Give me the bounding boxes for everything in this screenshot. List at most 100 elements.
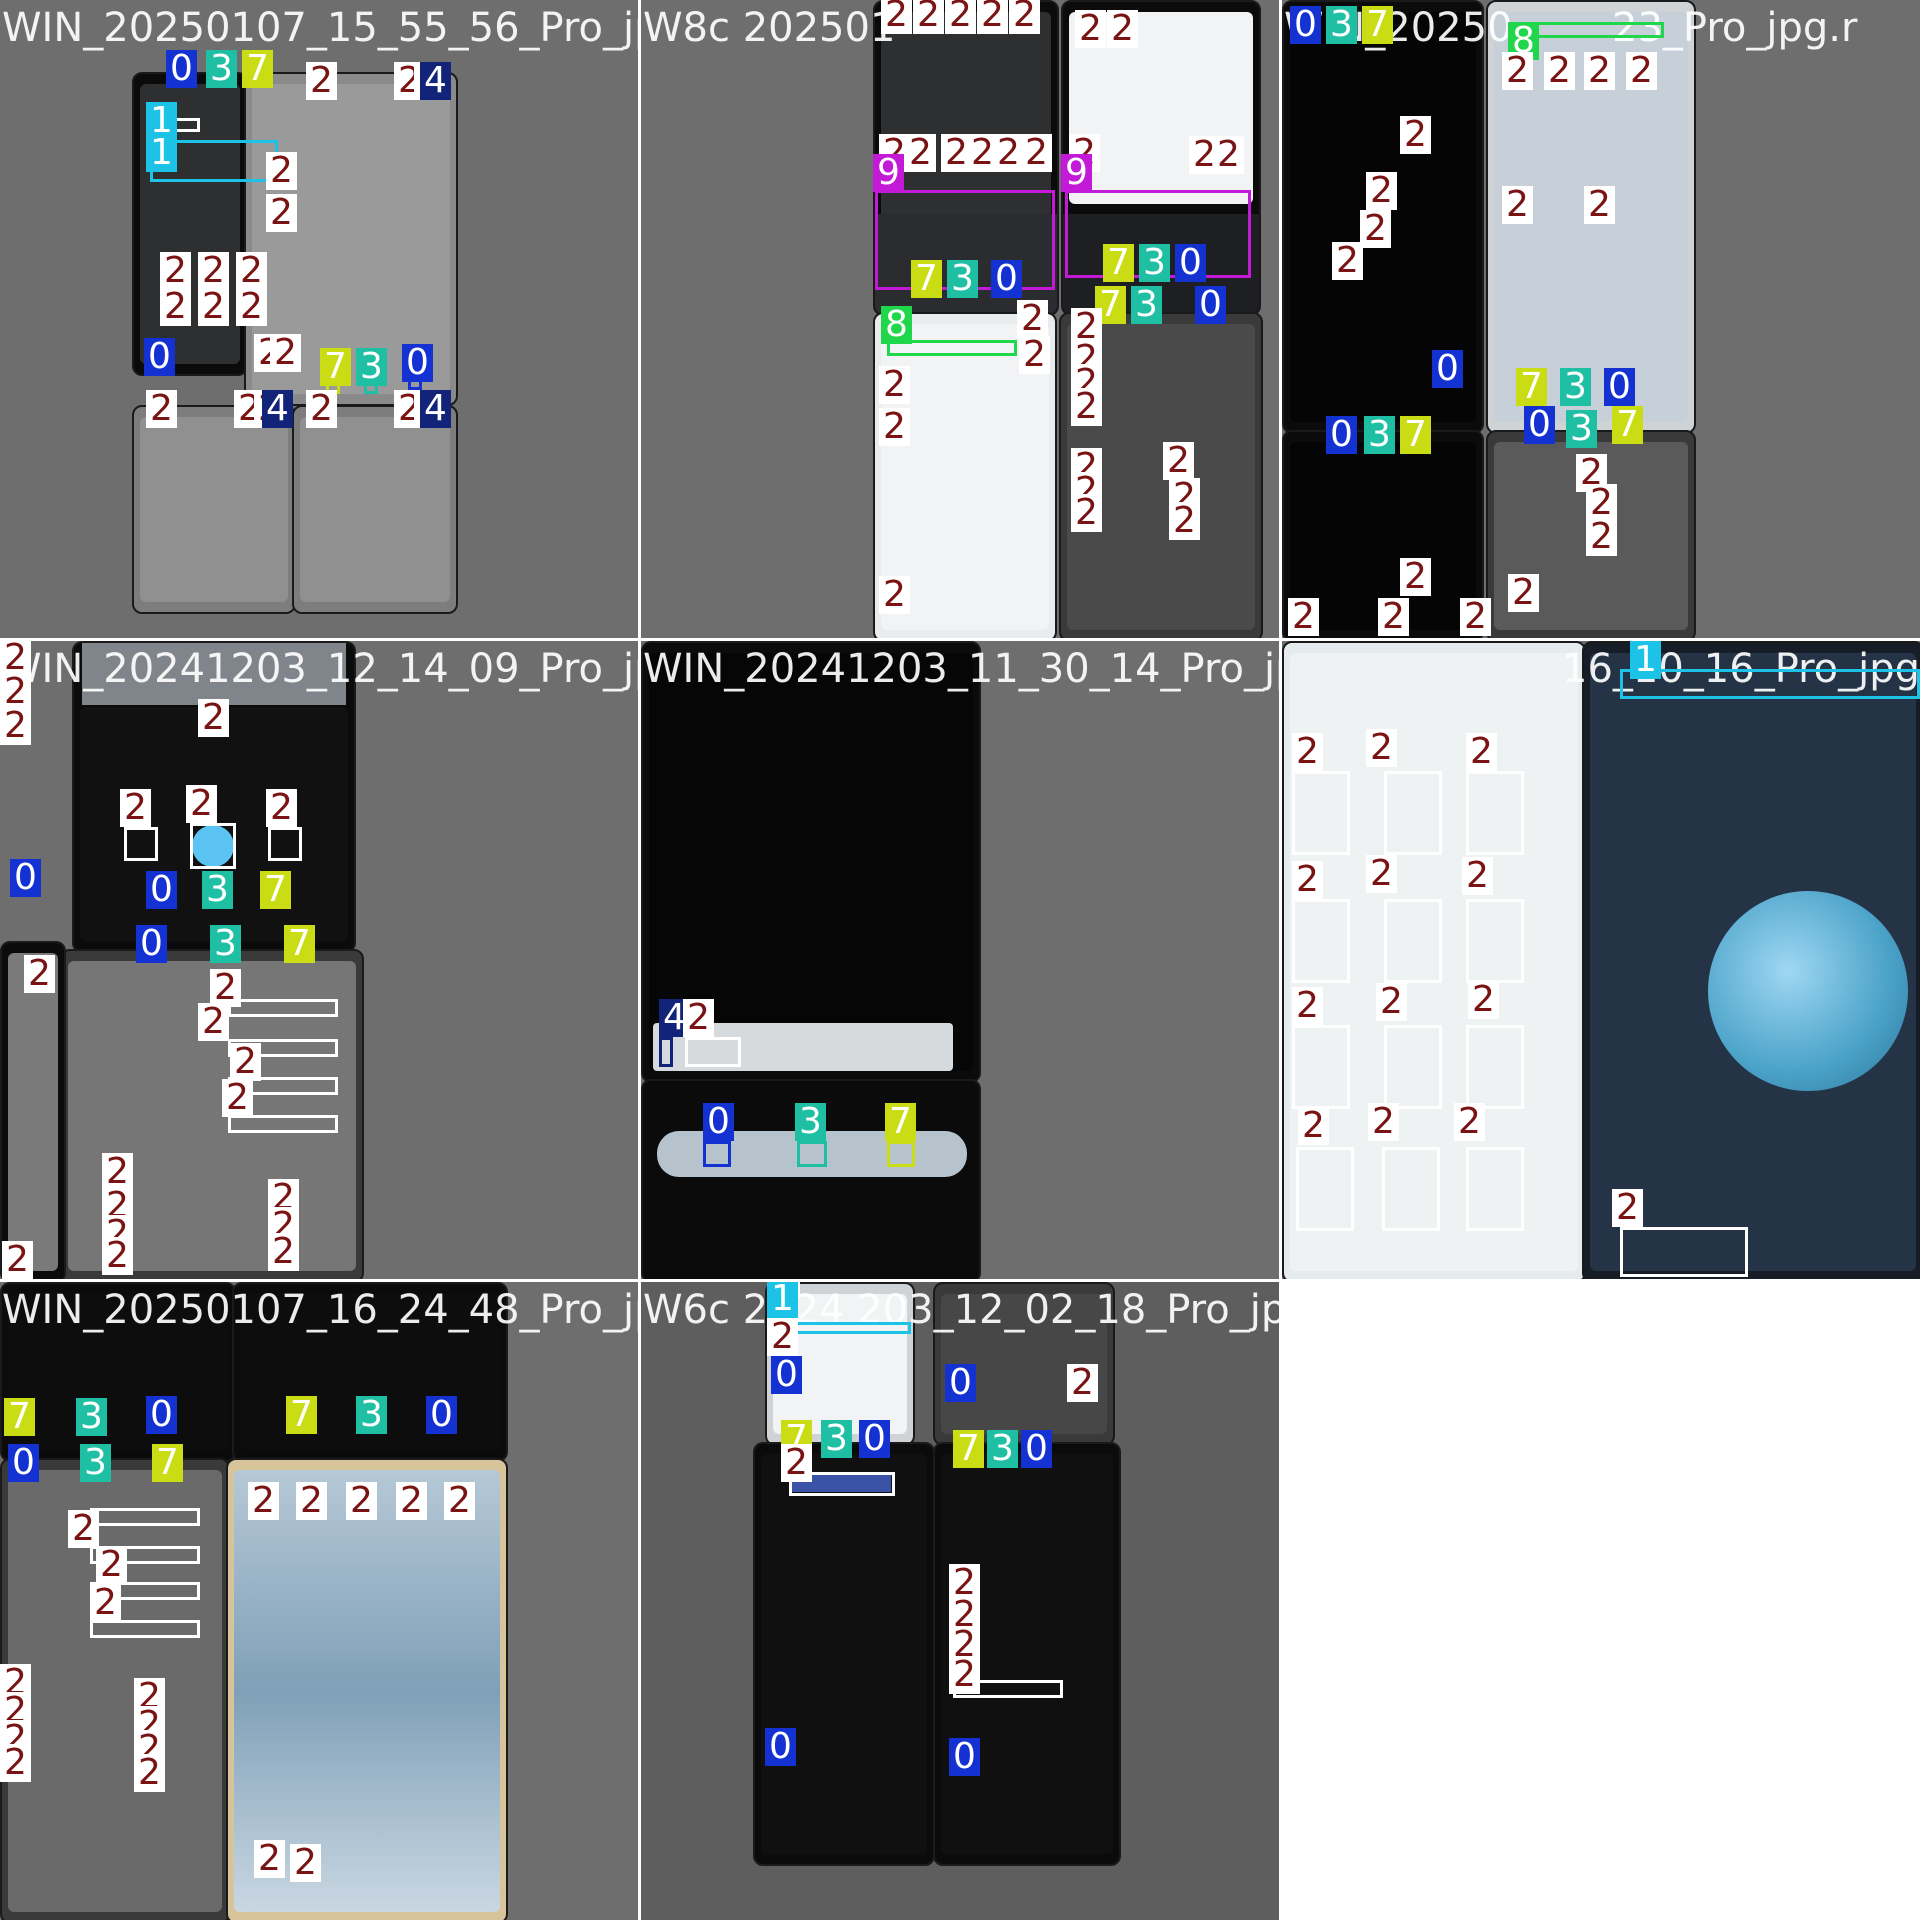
label-class-4: 4 <box>420 390 451 428</box>
label-class-2: 2 <box>993 134 1024 172</box>
label-class-0: 0 <box>1175 244 1206 282</box>
bbox <box>190 823 236 869</box>
phone-image <box>0 1458 230 1920</box>
label-class-2: 2 <box>1292 987 1323 1025</box>
label-class-2: 2 <box>24 955 55 993</box>
label-class-2: 2 <box>767 1318 798 1356</box>
label-class-2: 2 <box>879 576 910 614</box>
label-class-2: 2 <box>879 366 910 404</box>
label-class-2: 2 <box>1544 52 1575 90</box>
label-class-2: 2 <box>1368 1103 1399 1141</box>
label-class-2: 2 <box>290 1844 321 1882</box>
label-class-2: 2 <box>198 1003 229 1041</box>
label-class-7: 7 <box>885 1103 916 1141</box>
label-class-2: 2 <box>396 1482 427 1520</box>
bbox <box>1384 899 1442 983</box>
label-class-2: 2 <box>1009 0 1040 34</box>
bbox <box>1466 1025 1524 1109</box>
label-class-2: 2 <box>198 252 229 290</box>
label-class-2: 2 <box>1019 336 1050 374</box>
label-class-2: 2 <box>1292 733 1323 771</box>
label-class-3: 3 <box>1566 410 1597 448</box>
label-class-0: 0 <box>426 1396 457 1434</box>
label-class-2: 2 <box>1584 186 1615 224</box>
label-class-2: 2 <box>1612 1189 1643 1227</box>
label-class-2: 2 <box>945 0 976 34</box>
label-class-2: 2 <box>0 707 31 745</box>
label-class-0: 0 <box>991 260 1022 298</box>
label-class-2: 2 <box>1071 388 1102 426</box>
label-class-2: 2 <box>306 62 337 100</box>
label-class-2: 2 <box>346 1482 377 1520</box>
bbox <box>685 1037 741 1067</box>
label-class-2: 2 <box>186 785 217 823</box>
bbox <box>1292 899 1350 983</box>
label-class-2: 2 <box>198 699 229 737</box>
label-class-2: 2 <box>120 789 151 827</box>
label-class-2: 2 <box>1360 210 1391 248</box>
label-class-2: 2 <box>1460 598 1491 636</box>
label-class-2: 2 <box>913 0 944 34</box>
label-class-0: 0 <box>1195 286 1226 324</box>
tile-title: W6c 2024 203_12_02_18_Pro_jpg.rf.31ac401 <box>643 1287 1279 1333</box>
label-class-0: 0 <box>1604 368 1635 406</box>
label-class-2: 2 <box>1107 10 1138 48</box>
label-class-3: 3 <box>1139 244 1170 282</box>
label-class-3: 3 <box>80 1444 111 1482</box>
label-class-2: 2 <box>781 1444 812 1482</box>
bbox <box>797 1141 827 1167</box>
label-class-2: 2 <box>160 252 191 290</box>
label-class-2: 2 <box>1292 861 1323 899</box>
label-class-3: 3 <box>202 871 233 909</box>
label-class-3: 3 <box>987 1430 1018 1468</box>
label-class-2: 2 <box>160 288 191 326</box>
tile-title: WIN_20250107_16_24_48_Pro_jpg.rf <box>2 1287 638 1333</box>
label-class-7: 7 <box>1362 6 1393 44</box>
label-class-2: 2 <box>306 390 337 428</box>
label-class-2: 2 <box>266 789 297 827</box>
label-class-0: 0 <box>1021 1430 1052 1468</box>
label-class-2: 2 <box>1366 729 1397 767</box>
label-class-7: 7 <box>953 1430 984 1468</box>
label-class-2: 2 <box>266 194 297 232</box>
label-class-9: 9 <box>873 154 904 192</box>
tile-1: W8c 202501 2 2 2 2 2 2 2 2 2 2 2 2 2 2 9… <box>641 0 1279 638</box>
label-class-3: 3 <box>206 50 237 88</box>
label-class-0: 0 <box>771 1356 802 1394</box>
label-class-2: 2 <box>1378 598 1409 636</box>
label-class-0: 0 <box>859 1420 890 1458</box>
tile-title: WIN_20250107_15_55_56_Pro_jpg.rf <box>2 5 638 51</box>
bbox <box>1292 1025 1350 1109</box>
label-class-3: 3 <box>1560 368 1591 406</box>
label-class-7: 7 <box>4 1398 35 1436</box>
label-class-7: 7 <box>284 925 315 963</box>
label-class-2: 2 <box>68 1510 99 1548</box>
label-class-0: 0 <box>166 50 197 88</box>
label-class-2: 2 <box>222 1079 253 1117</box>
tile-7: W6c 2024 203_12_02_18_Pro_jpg.rf.31ac401… <box>641 1282 1279 1920</box>
label-class-2: 2 <box>1400 116 1431 154</box>
label-class-2: 2 <box>444 1482 475 1520</box>
label-class-0: 0 <box>703 1103 734 1141</box>
label-class-2: 2 <box>90 1584 121 1622</box>
bbox <box>659 1037 673 1067</box>
label-class-2: 2 <box>1169 502 1200 540</box>
label-class-0: 0 <box>1432 350 1463 388</box>
label-class-2: 2 <box>102 1237 133 1275</box>
label-class-2: 2 <box>266 152 297 190</box>
label-class-0: 0 <box>402 344 433 382</box>
label-class-7: 7 <box>1103 244 1134 282</box>
label-class-2: 2 <box>881 0 912 34</box>
label-class-3: 3 <box>210 925 241 963</box>
bbox <box>90 1508 200 1526</box>
label-class-2: 2 <box>236 288 267 326</box>
label-class-0: 0 <box>1326 416 1357 454</box>
label-class-0: 0 <box>146 1396 177 1434</box>
label-class-0: 0 <box>765 1728 796 1766</box>
tile-0: WIN_20250107_15_55_56_Pro_jpg.rf 0 3 7 2… <box>0 0 638 638</box>
phone-image <box>292 405 458 614</box>
tile-2: WIN_20250 23_Pro_jpg.r 0 3 7 8 2 2 2 2 2… <box>1282 0 1920 638</box>
label-class-2: 2 <box>236 252 267 290</box>
label-class-2: 2 <box>1502 52 1533 90</box>
label-class-0: 0 <box>136 925 167 963</box>
